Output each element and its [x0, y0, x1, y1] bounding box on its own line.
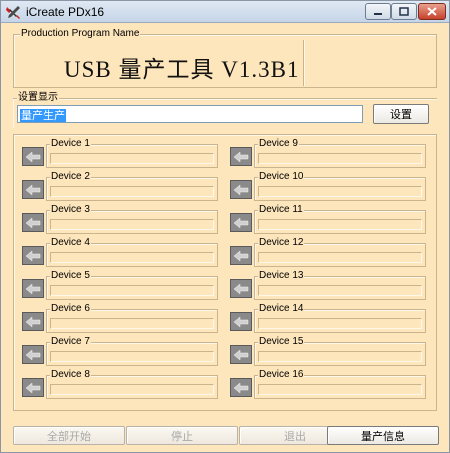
device-label: Device 16 [258, 369, 305, 381]
device-progress-bar [50, 384, 214, 395]
back-arrow-icon[interactable] [22, 312, 44, 331]
minimize-icon [374, 12, 382, 15]
title-bar[interactable]: iCreate PDx16 [1, 1, 449, 23]
device-label: Device 11 [258, 204, 304, 216]
device-label: Device 15 [258, 336, 305, 348]
back-arrow-icon[interactable] [230, 345, 252, 364]
close-icon [427, 7, 437, 16]
back-arrow-icon[interactable] [230, 279, 252, 298]
settings-input-value: 量产生产 [20, 109, 66, 122]
back-arrow-icon[interactable] [22, 180, 44, 199]
device-slot: Device 10 [230, 171, 427, 201]
tools-icon [6, 6, 20, 19]
device-progress-bar [50, 351, 214, 362]
settings-input[interactable]: 量产生产 [17, 105, 363, 123]
device-progress-bar [258, 318, 422, 329]
device-slot: Device 11 [230, 204, 427, 234]
device-label: Device 10 [258, 171, 305, 183]
device-progress-bar [50, 153, 214, 164]
settings-group-label: 设置显示 [17, 92, 59, 104]
device-slot: Device 9 [230, 138, 427, 168]
main-window: iCreate PDx16 Production Program Name US… [0, 0, 450, 453]
device-progress-bar [50, 186, 214, 197]
device-label: Device 6 [50, 303, 91, 315]
device-label: Device 7 [50, 336, 91, 348]
device-label: Device 12 [258, 237, 305, 249]
device-progress-bar [258, 285, 422, 296]
device-label: Device 8 [50, 369, 91, 381]
back-arrow-icon[interactable] [230, 312, 252, 331]
device-progress-bar [258, 219, 422, 230]
window-title: iCreate PDx16 [26, 5, 105, 19]
production-info-button[interactable]: 量产信息 [327, 426, 439, 445]
device-label: Device 2 [50, 171, 91, 183]
device-slot: Device 5 [22, 270, 219, 300]
device-progress-bar [50, 219, 214, 230]
device-label: Device 13 [258, 270, 305, 282]
back-arrow-icon[interactable] [230, 378, 252, 397]
back-arrow-icon[interactable] [22, 246, 44, 265]
device-progress-bar [258, 153, 422, 164]
device-slot: Device 1 [22, 138, 219, 168]
device-label: Device 5 [50, 270, 91, 282]
device-progress-bar [50, 285, 214, 296]
settings-button[interactable]: 设置 [373, 104, 429, 124]
device-label: Device 14 [258, 303, 305, 315]
program-name-group: Production Program Name USB 量产工具 V1.3B1 [13, 28, 437, 88]
device-slot: Device 13 [230, 270, 427, 300]
device-progress-bar [50, 252, 214, 263]
device-slot: Device 14 [230, 303, 427, 333]
start-all-button[interactable]: 全部开始 [13, 426, 125, 445]
device-progress-bar [258, 384, 422, 395]
device-label: Device 4 [50, 237, 91, 249]
back-arrow-icon[interactable] [230, 147, 252, 166]
device-slot: Device 3 [22, 204, 219, 234]
stop-button[interactable]: 停止 [126, 426, 238, 445]
maximize-icon [399, 7, 409, 16]
device-slot: Device 15 [230, 336, 427, 366]
maximize-button[interactable] [391, 3, 417, 20]
device-label: Device 1 [50, 138, 91, 150]
back-arrow-icon[interactable] [230, 246, 252, 265]
device-slot: Device 6 [22, 303, 219, 333]
device-progress-bar [258, 252, 422, 263]
device-progress-bar [258, 186, 422, 197]
program-title: USB 量产工具 V1.3B1 [64, 57, 300, 82]
device-slot: Device 7 [22, 336, 219, 366]
device-slot: Device 2 [22, 171, 219, 201]
back-arrow-icon[interactable] [22, 213, 44, 232]
back-arrow-icon[interactable] [22, 279, 44, 298]
back-arrow-icon[interactable] [22, 378, 44, 397]
device-slot: Device 12 [230, 237, 427, 267]
back-arrow-icon[interactable] [22, 147, 44, 166]
device-slot: Device 16 [230, 369, 427, 399]
device-progress-bar [258, 351, 422, 362]
device-progress-bar [50, 318, 214, 329]
minimize-button[interactable] [365, 3, 391, 20]
back-arrow-icon[interactable] [230, 180, 252, 199]
banner-divider [303, 40, 304, 86]
device-label: Device 9 [258, 138, 299, 150]
program-name-label: Production Program Name [20, 28, 141, 40]
device-label: Device 3 [50, 204, 91, 216]
device-slot: Device 4 [22, 237, 219, 267]
back-arrow-icon[interactable] [22, 345, 44, 364]
close-button[interactable] [418, 3, 446, 20]
back-arrow-icon[interactable] [230, 213, 252, 232]
device-slot: Device 8 [22, 369, 219, 399]
